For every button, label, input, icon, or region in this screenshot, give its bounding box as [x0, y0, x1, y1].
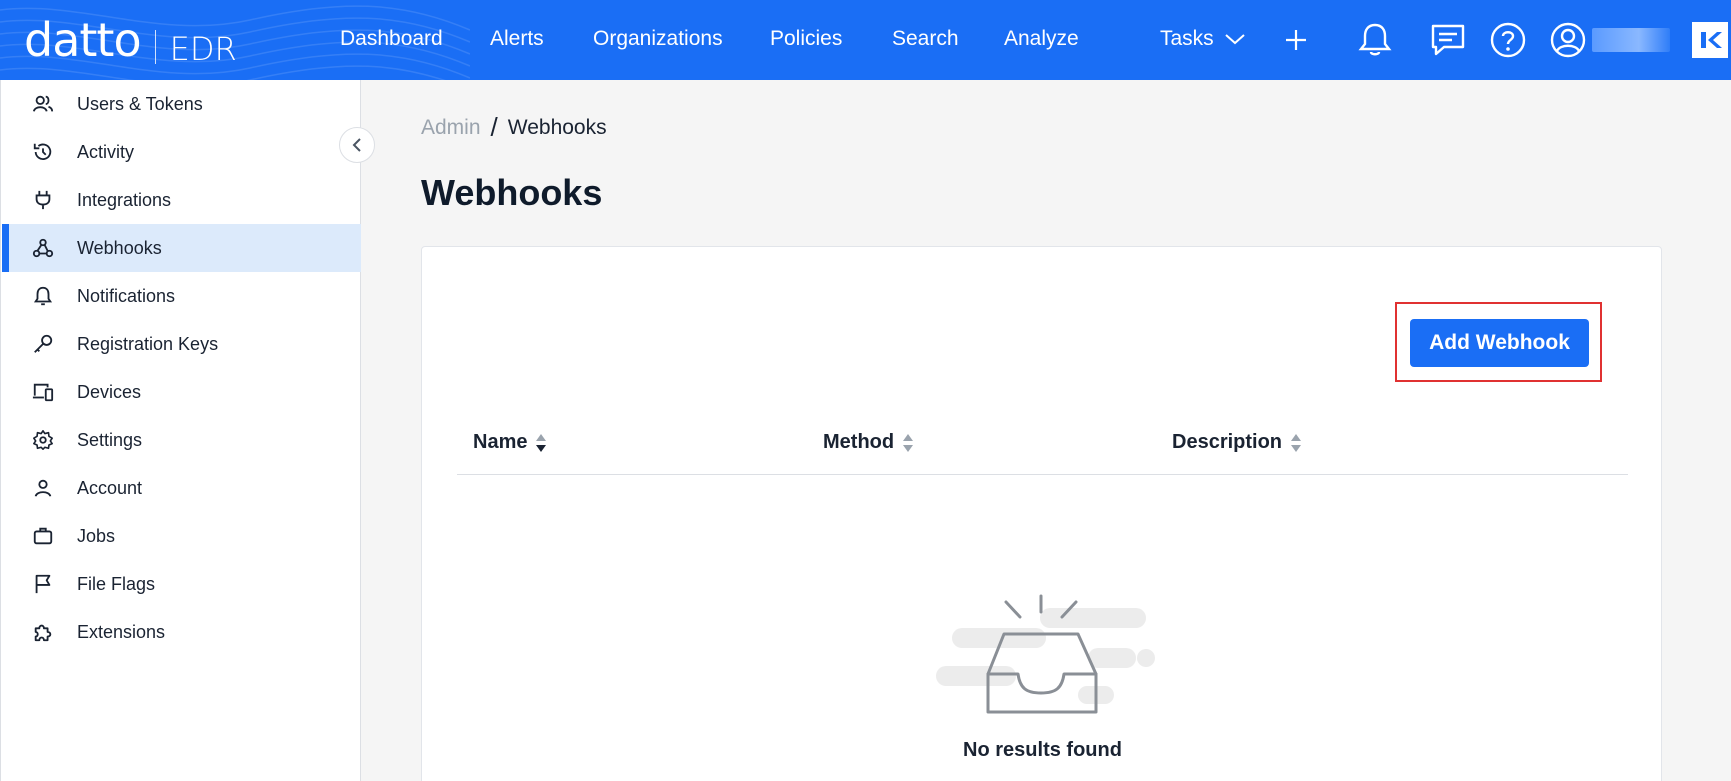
table-header-divider [457, 474, 1628, 475]
history-icon [33, 143, 52, 161]
sidebar-item-devices[interactable]: Devices [2, 368, 361, 416]
logo-divider [154, 29, 156, 64]
user-avatar-icon[interactable] [1548, 20, 1588, 60]
sidebar-item-label: Integrations [77, 189, 172, 210]
user-name-redacted[interactable] [1592, 28, 1670, 52]
add-webhook-button[interactable]: Add Webhook [1410, 319, 1589, 367]
sidebar-item-registration-keys[interactable]: Registration Keys [2, 320, 361, 368]
sidebar-item-file-flags[interactable]: File Flags [2, 560, 361, 608]
help-question-icon[interactable] [1488, 20, 1528, 60]
admin-sidebar: Users & Tokens Activity Integrations Web… [0, 80, 361, 781]
sidebar-item-users-tokens[interactable]: Users & Tokens [2, 80, 361, 128]
sidebar-collapse-button[interactable] [339, 127, 375, 163]
users-icon [32, 95, 54, 112]
nav-organizations[interactable]: Organizations [593, 27, 723, 51]
breadcrumb-separator: / [490, 112, 498, 142]
sidebar-item-label: Notifications [77, 285, 176, 306]
key-icon [34, 334, 53, 353]
column-header-method[interactable]: Method [823, 431, 914, 454]
chat-feedback-icon[interactable] [1428, 20, 1468, 60]
sidebar-item-label: Account [77, 477, 143, 498]
sidebar-item-label: Jobs [77, 525, 116, 546]
nav-analyze[interactable]: Analyze [1004, 27, 1079, 51]
sort-icon [903, 433, 914, 452]
gear-icon [33, 430, 53, 450]
breadcrumb-current: Webhooks [507, 115, 607, 139]
sidebar-item-notifications[interactable]: Notifications [2, 272, 361, 320]
add-plus-icon[interactable] [1276, 20, 1316, 60]
sidebar-item-webhooks[interactable]: Webhooks [2, 224, 361, 272]
sidebar-item-label: Registration Keys [77, 333, 219, 354]
column-header-label: Method [823, 431, 895, 453]
sort-icon [536, 433, 547, 452]
logo-product: EDR [169, 30, 237, 68]
sidebar-item-account[interactable]: Account [2, 464, 361, 512]
notifications-bell-icon[interactable] [1355, 20, 1395, 60]
sidebar-item-label: Settings [77, 429, 143, 450]
sidebar-item-label: Webhooks [77, 237, 162, 258]
app-logo[interactable]: datto EDR [24, 12, 237, 73]
breadcrumb-admin-link[interactable]: Admin [421, 116, 481, 140]
sort-icon [1291, 433, 1302, 452]
briefcase-icon [33, 527, 53, 545]
nav-alerts[interactable]: Alerts [490, 27, 544, 51]
nav-policies[interactable]: Policies [770, 27, 842, 51]
top-bar: datto EDR Dashboard Alerts Organizations… [0, 0, 1731, 80]
empty-inbox-icon [936, 594, 1155, 714]
user-icon [34, 479, 52, 497]
sidebar-item-integrations[interactable]: Integrations [2, 176, 361, 224]
flag-icon [35, 574, 51, 594]
sidebar-item-label: Activity [77, 141, 135, 162]
chevron-down-icon [1225, 34, 1245, 45]
nav-tasks-dropdown[interactable]: Tasks [1160, 27, 1246, 51]
nav-dashboard[interactable]: Dashboard [340, 27, 443, 51]
kaseya-logo-icon[interactable] [1692, 22, 1728, 58]
nav-search[interactable]: Search [892, 27, 959, 51]
sidebar-item-settings[interactable]: Settings [2, 416, 361, 464]
chevron-left-icon [352, 138, 361, 152]
breadcrumb: Admin / Webhooks [421, 112, 607, 143]
logo-brand: datto [24, 13, 142, 67]
bell-icon [33, 286, 53, 306]
nav-tasks-label: Tasks [1160, 27, 1214, 50]
page-title: Webhooks [421, 172, 603, 213]
empty-state-text: No results found [963, 739, 1122, 761]
sidebar-item-label: Users & Tokens [77, 93, 203, 114]
devices-icon [32, 383, 54, 402]
sidebar-item-label: File Flags [77, 573, 156, 594]
sidebar-item-jobs[interactable]: Jobs [2, 512, 361, 560]
column-header-label: Name [473, 431, 528, 453]
column-header-name[interactable]: Name [473, 431, 547, 454]
column-header-label: Description [1172, 431, 1283, 453]
column-header-description[interactable]: Description [1172, 431, 1302, 454]
webhook-icon [32, 238, 54, 258]
sidebar-item-label: Extensions [77, 621, 166, 642]
plug-icon [35, 190, 51, 210]
sidebar-item-extensions[interactable]: Extensions [2, 608, 361, 656]
sidebar-item-label: Devices [77, 381, 142, 402]
puzzle-icon [34, 624, 52, 642]
sidebar-item-activity[interactable]: Activity [2, 128, 361, 176]
